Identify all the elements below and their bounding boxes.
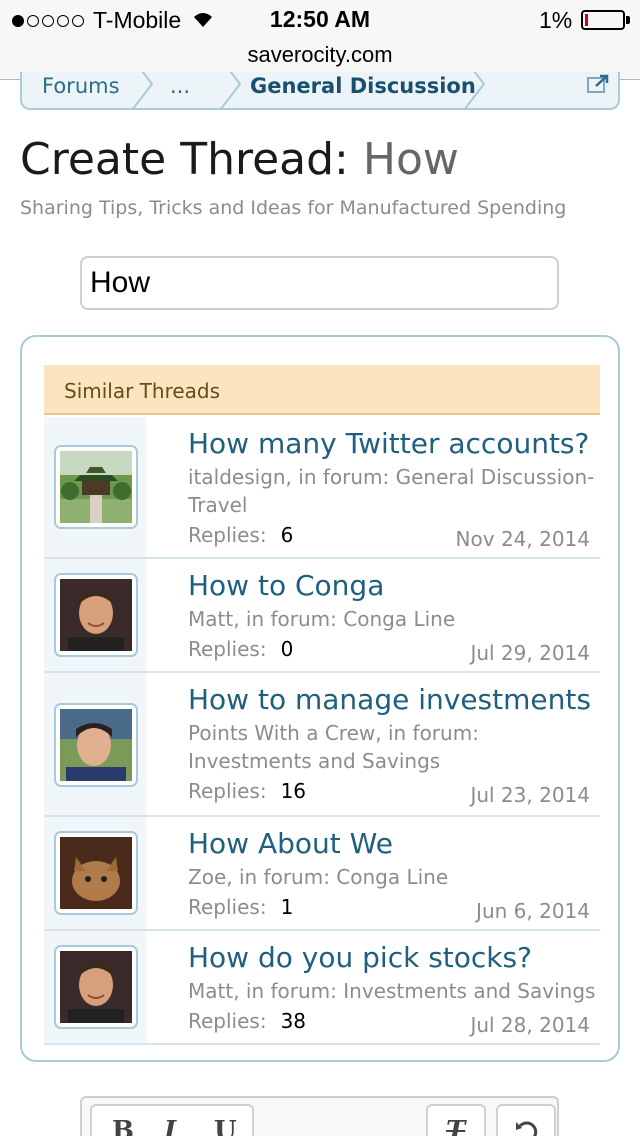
thread-replies: Replies: 38 — [188, 1009, 306, 1033]
replies-label: Replies: — [188, 1009, 267, 1033]
bold-button[interactable]: B — [112, 1116, 134, 1136]
remove-format-group: T — [426, 1104, 486, 1136]
underline-button[interactable]: U — [214, 1116, 237, 1136]
avatar[interactable] — [54, 831, 138, 915]
undo-icon[interactable] — [514, 1118, 540, 1136]
thread-row[interactable]: How to manage investments Points With a … — [44, 673, 600, 817]
breadcrumb-separator — [218, 72, 242, 108]
thread-replies: Replies: 1 — [188, 895, 293, 919]
thread-title-link[interactable]: How to manage investments — [188, 683, 591, 716]
avatar[interactable] — [54, 703, 138, 787]
replies-count: 1 — [280, 895, 294, 919]
breadcrumb-separator — [130, 72, 154, 108]
replies-count: 38 — [280, 1009, 307, 1033]
thread-title-link[interactable]: How to Conga — [188, 569, 384, 602]
thread-title-link[interactable]: How many Twitter accounts? — [188, 427, 589, 460]
thread-meta: Matt, in forum: Conga Line — [188, 607, 456, 631]
breadcrumb-forums[interactable]: Forums — [42, 74, 120, 98]
thread-meta: Zoe, in forum: Conga Line — [188, 865, 449, 889]
battery-tip — [626, 16, 630, 24]
thread-row[interactable]: How to Conga Matt, in forum: Conga Line … — [44, 559, 600, 673]
thread-date: Nov 24, 2014 — [455, 527, 590, 551]
thread-date: Jun 6, 2014 — [476, 899, 590, 923]
replies-label: Replies: — [188, 523, 267, 547]
replies-label: Replies: — [188, 637, 267, 661]
breadcrumb-ellipsis[interactable]: ... — [170, 74, 190, 98]
thread-meta: Points With a Crew, in forum: Investment… — [188, 721, 479, 773]
pagoda-photo-icon — [60, 451, 132, 523]
replies-count: 6 — [280, 523, 294, 547]
thread-title-link[interactable]: How do you pick stocks? — [188, 941, 532, 974]
thread-title-link[interactable]: How About We — [188, 827, 393, 860]
forum-description: Sharing Tips, Tricks and Ideas for Manuf… — [20, 197, 567, 219]
similar-threads-header: Similar Threads — [44, 365, 600, 415]
replies-label: Replies: — [188, 895, 267, 919]
thread-date: Jul 29, 2014 — [470, 641, 590, 665]
avatar[interactable] — [54, 445, 138, 529]
replies-label: Replies: — [188, 779, 267, 803]
breadcrumb-general-discussion[interactable]: General Discussion — [250, 74, 476, 98]
similar-threads-list: How many Twitter accounts? italdesign, i… — [44, 417, 600, 1045]
similar-threads-heading: Similar Threads — [64, 379, 221, 403]
thread-meta: Matt, in forum: Investments and Savings — [188, 979, 596, 1003]
format-button-group: B I U — [90, 1104, 254, 1136]
italic-button[interactable]: I — [164, 1116, 176, 1136]
status-bar: T-Mobile 12:50 AM 1% — [0, 0, 640, 40]
battery-percent: 1% — [539, 7, 573, 33]
thread-replies: Replies: 6 — [188, 523, 293, 547]
undo-group — [496, 1104, 556, 1136]
thread-title-input[interactable] — [80, 256, 559, 310]
man-photo-icon — [60, 709, 132, 781]
thread-meta: italdesign, in forum: General Discussion… — [188, 465, 595, 517]
thread-row[interactable]: How do you pick stocks? Matt, in forum: … — [44, 931, 600, 1045]
thread-replies: Replies: 16 — [188, 779, 306, 803]
man-photo-icon — [60, 579, 132, 651]
thread-replies: Replies: 0 — [188, 637, 293, 661]
breadcrumb: Forums ... General Discussion — [20, 72, 620, 110]
url-domain[interactable]: saverocity.com — [0, 42, 640, 68]
thread-row[interactable]: How many Twitter accounts? italdesign, i… — [44, 417, 600, 559]
external-link-icon[interactable] — [586, 74, 610, 96]
similar-threads-panel: Similar Threads How many Twitter account… — [20, 335, 620, 1062]
thread-row[interactable]: How About We Zoe, in forum: Conga Line R… — [44, 817, 600, 931]
battery-icon — [581, 10, 625, 30]
avatar[interactable] — [54, 945, 138, 1029]
remove-format-button[interactable]: T — [446, 1116, 465, 1136]
avatar[interactable] — [54, 573, 138, 657]
replies-count: 0 — [280, 637, 294, 661]
thread-date: Jul 23, 2014 — [470, 783, 590, 807]
cat-photo-icon — [60, 837, 132, 909]
thread-date: Jul 28, 2014 — [470, 1013, 590, 1037]
editor-toolbar: B I U T — [80, 1096, 559, 1136]
page-title-prefix: Create Thread: — [20, 134, 349, 185]
man-photo-icon — [60, 951, 132, 1023]
page-title: Create Thread: How — [20, 134, 459, 185]
breadcrumb-separator — [462, 72, 486, 108]
page-title-value: How — [362, 134, 459, 185]
replies-count: 16 — [280, 779, 307, 803]
